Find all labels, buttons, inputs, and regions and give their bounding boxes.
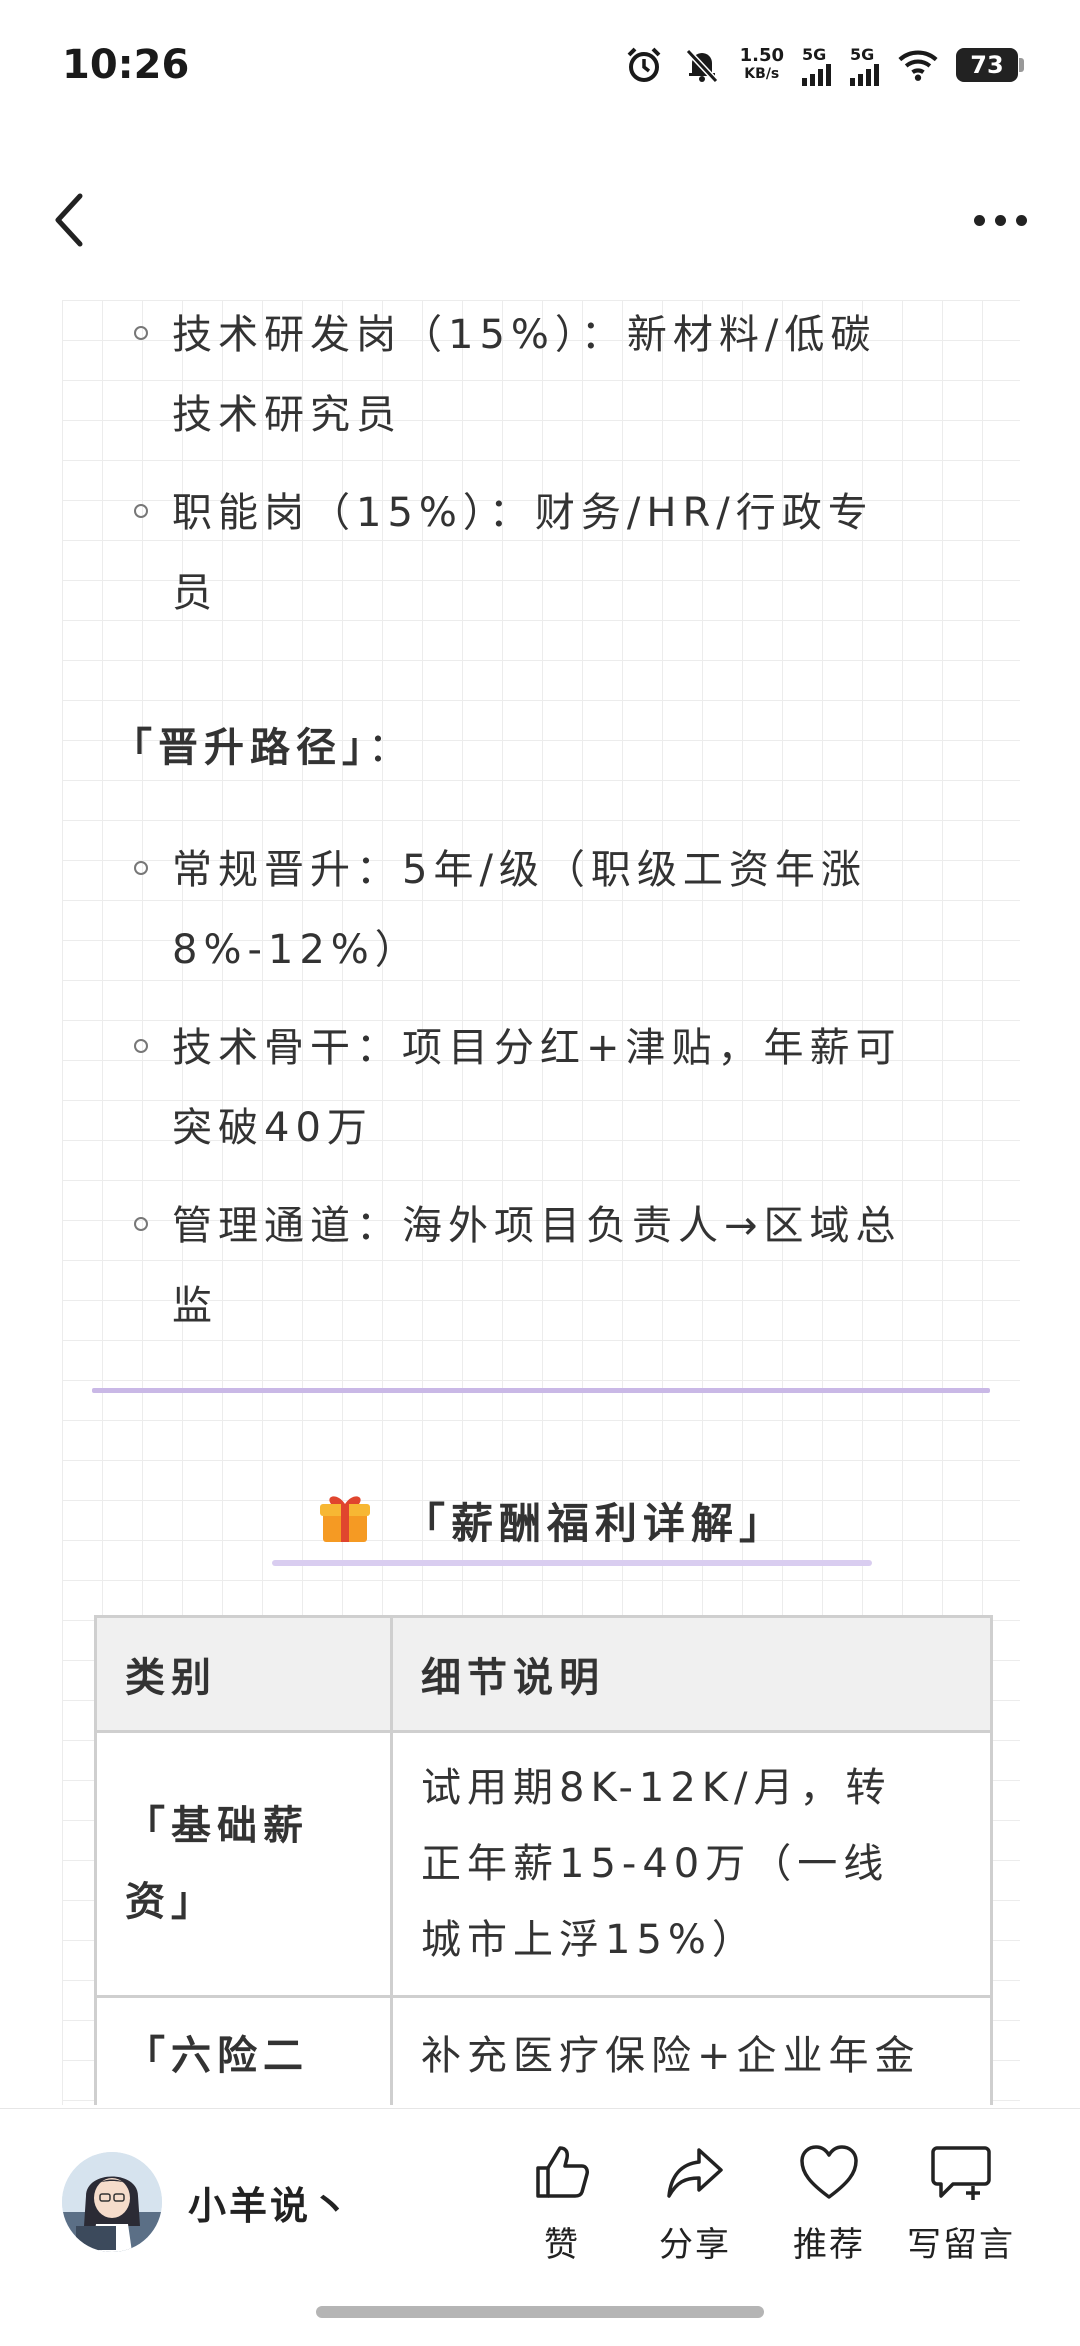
battery-icon: 73 xyxy=(956,48,1024,82)
table-header-row: 类别 细节说明 xyxy=(94,1615,993,1733)
bullet-marker xyxy=(134,326,148,340)
wifi-icon xyxy=(898,45,938,85)
back-button[interactable] xyxy=(50,185,110,255)
table-cell-category: 「六险二 xyxy=(94,1995,393,2105)
table-cell-category: 「基础薪 资」 xyxy=(94,1730,393,1998)
status-time: 10:26 xyxy=(62,42,190,88)
net-speed: 1.50 KB/s xyxy=(739,45,784,83)
more-icon xyxy=(973,214,985,226)
status-icons: 1.50 KB/s 5G 5G 73 xyxy=(624,45,1024,86)
section-title: 「薪酬福利详解」 xyxy=(272,1480,832,1560)
home-indicator[interactable] xyxy=(316,2306,764,2318)
status-bar: 10:26 1.50 KB/s 5G 5G 73 xyxy=(0,0,1080,130)
nav-bar xyxy=(0,170,1080,270)
heart-icon xyxy=(764,2137,894,2207)
share-arrow-icon xyxy=(630,2137,760,2207)
section-divider xyxy=(92,1388,990,1393)
like-button[interactable]: 赞 xyxy=(497,2137,627,2266)
promotion-heading: 「晋升路径」： xyxy=(112,725,414,771)
table-row: 「基础薪 资」 试用期8K-12K/月，转 正年薪15-40万（一线 城市上浮1… xyxy=(94,1730,993,1998)
gift-icon xyxy=(317,1490,373,1550)
thumbs-up-icon xyxy=(497,2137,627,2207)
benefits-table: 类别 细节说明 「基础薪 资」 试用期8K-12K/月，转 正年薪15-40万（… xyxy=(94,1615,993,2105)
recommend-button[interactable]: 推荐 xyxy=(764,2137,894,2266)
mute-bell-icon xyxy=(682,45,722,85)
list-item: 技术研发岗（15%）：新材料/低碳 技术研究员 xyxy=(134,300,1020,455)
bullet-marker xyxy=(134,1217,148,1231)
bullet-marker xyxy=(134,1039,148,1053)
comment-plus-icon xyxy=(896,2137,1026,2207)
title-underline xyxy=(272,1560,872,1566)
table-cell-detail: 试用期8K-12K/月，转 正年薪15-40万（一线 城市上浮15%） xyxy=(390,1730,993,1998)
article-content: 技术研发岗（15%）：新材料/低碳 技术研究员 职能岗（15%）：财务/HR/行… xyxy=(62,300,1020,2105)
list-item: 管理通道：海外项目负责人→区域总 监 xyxy=(134,1186,1020,1346)
signal-icon-2: 5G xyxy=(850,45,880,86)
share-button[interactable]: 分享 xyxy=(630,2137,760,2266)
write-comment-button[interactable]: 写留言 xyxy=(896,2137,1026,2266)
author-name[interactable]: 小羊说丶 xyxy=(188,2175,352,2230)
author-avatar[interactable] xyxy=(62,2152,162,2252)
bullet-marker xyxy=(134,861,148,875)
table-header-cell: 细节说明 xyxy=(390,1615,993,1733)
alarm-icon xyxy=(624,45,664,85)
signal-icon: 5G xyxy=(802,45,832,86)
list-item: 技术骨干：项目分红+津贴，年薪可 突破40万 xyxy=(134,1008,1020,1168)
table-cell-detail: 补充医疗保险+企业年金 xyxy=(390,1995,993,2105)
list-item: 常规晋升：5年/级（职级工资年涨 8%-12%） xyxy=(134,830,1020,990)
list-item: 职能岗（15%）：财务/HR/行政专 员 xyxy=(134,473,1020,633)
more-button[interactable] xyxy=(960,185,1040,255)
table-header-cell: 类别 xyxy=(94,1615,393,1733)
table-row: 「六险二 补充医疗保险+企业年金 xyxy=(94,1995,993,2105)
back-arrow-icon xyxy=(55,193,83,247)
bullet-marker xyxy=(134,504,148,518)
